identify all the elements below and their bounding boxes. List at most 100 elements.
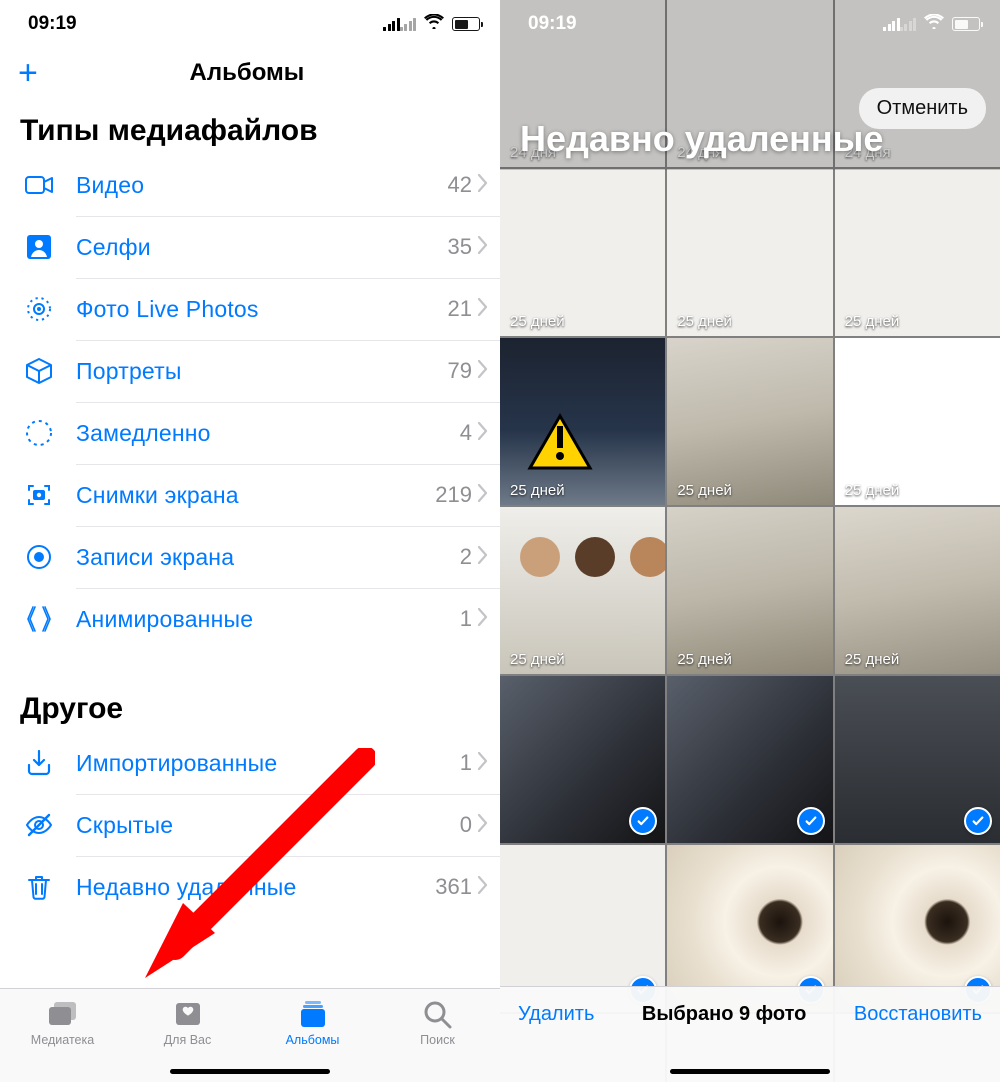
list-row[interactable]: Видео42 — [0, 154, 500, 216]
recover-button[interactable]: Восстановить — [854, 1003, 982, 1026]
days-remaining-label: 25 дней — [677, 651, 732, 668]
row-count: 79 — [448, 358, 472, 384]
list-row[interactable]: Скрытые0 — [0, 794, 500, 856]
days-remaining-label: 25 дней — [510, 482, 565, 499]
days-remaining-label: 25 дней — [845, 482, 900, 499]
days-remaining-label: 25 дней — [510, 651, 565, 668]
page-title: Альбомы — [190, 59, 305, 87]
photo-tile[interactable]: 25 дней — [667, 507, 832, 674]
status-bar: 09:19 — [500, 0, 1000, 48]
list-row[interactable]: Снимки экрана219 — [0, 464, 500, 526]
photo-tile[interactable]: 25 дней — [667, 338, 832, 505]
photo-tile[interactable]: 25 дней — [835, 507, 1000, 674]
row-label: Фото Live Photos — [76, 296, 448, 323]
days-remaining-label: 25 дней — [845, 651, 900, 668]
photo-tile[interactable] — [667, 676, 832, 843]
list-row[interactable]: Селфи35 — [0, 216, 500, 278]
row-count: 1 — [460, 606, 472, 632]
tab-label: Для Вас — [164, 1033, 212, 1047]
status-bar: 09:19 — [0, 0, 500, 48]
row-label: Портреты — [76, 358, 448, 385]
photo-tile[interactable]: 25 дней — [500, 507, 665, 674]
foryou-icon — [171, 999, 205, 1029]
photo-tile[interactable]: 25 дней — [500, 169, 665, 336]
photo-tile[interactable]: 25 дней — [835, 338, 1000, 505]
wifi-icon — [924, 13, 944, 35]
photo-thumbnail — [835, 169, 1000, 336]
albums-icon — [296, 999, 330, 1029]
row-count: 361 — [435, 874, 472, 900]
list-row[interactable]: Замедленно4 — [0, 402, 500, 464]
days-remaining-label: 25 дней — [510, 313, 565, 330]
chevron-right-icon — [478, 360, 488, 383]
row-label: Замедленно — [76, 420, 460, 447]
wifi-icon — [424, 13, 444, 35]
tab-label: Альбомы — [286, 1033, 340, 1047]
row-label: Недавно удаленные — [76, 874, 435, 901]
row-count: 42 — [448, 172, 472, 198]
screenrec-icon — [20, 538, 58, 576]
photo-tile[interactable] — [835, 676, 1000, 843]
row-label: Селфи — [76, 234, 448, 261]
row-label: Записи экрана — [76, 544, 460, 571]
page-title: Недавно удаленные — [520, 118, 883, 160]
screenshot-icon — [20, 476, 58, 514]
chevron-right-icon — [478, 752, 488, 775]
photo-thumbnail — [667, 169, 832, 336]
animated-icon — [20, 600, 58, 638]
import-icon — [20, 744, 58, 782]
photo-thumbnail — [500, 507, 665, 674]
row-count: 2 — [460, 544, 472, 570]
photo-thumbnail — [667, 338, 832, 505]
list-row[interactable]: Анимированные1 — [0, 588, 500, 650]
days-remaining-label: 25 дней — [677, 482, 732, 499]
list-row[interactable]: Импортированные1 — [0, 732, 500, 794]
list-row[interactable]: Недавно удаленные361 — [0, 856, 500, 918]
row-count: 1 — [460, 750, 472, 776]
tab-label: Медиатека — [31, 1033, 94, 1047]
chevron-right-icon — [478, 608, 488, 631]
list-media-types: Видео42Селфи35Фото Live Photos21Портреты… — [0, 154, 500, 650]
livephoto-icon — [20, 290, 58, 328]
delete-button[interactable]: Удалить — [518, 1003, 594, 1026]
status-time: 09:19 — [28, 13, 77, 35]
tab-search[interactable]: Поиск — [375, 989, 500, 1082]
section-header-media-types: Типы медиафайлов — [0, 102, 500, 154]
row-label: Импортированные — [76, 750, 460, 777]
battery-icon — [952, 17, 980, 31]
list-row[interactable]: Фото Live Photos21 — [0, 278, 500, 340]
add-button[interactable]: + — [18, 56, 38, 90]
dual-sim-icon — [383, 18, 416, 31]
photo-tile[interactable]: 25 дней — [500, 338, 665, 505]
row-label: Видео — [76, 172, 448, 199]
chevron-right-icon — [478, 298, 488, 321]
row-label: Снимки экрана — [76, 482, 435, 509]
home-indicator[interactable] — [670, 1069, 830, 1075]
selection-status: Выбрано 9 фото — [642, 1003, 806, 1026]
recently-deleted-screen: 24 дня24 дня24 дня25 дней25 дней25 дней2… — [500, 0, 1000, 1082]
hidden-icon — [20, 806, 58, 844]
tab-library[interactable]: Медиатека — [0, 989, 125, 1082]
photo-thumbnail — [500, 169, 665, 336]
battery-icon — [452, 17, 480, 31]
selected-check-icon — [964, 807, 992, 835]
chevron-right-icon — [478, 422, 488, 445]
library-icon — [46, 999, 80, 1029]
list-row[interactable]: Записи экрана2 — [0, 526, 500, 588]
chevron-right-icon — [478, 876, 488, 899]
photo-thumbnail — [835, 338, 1000, 505]
list-row[interactable]: Портреты79 — [0, 340, 500, 402]
row-count: 4 — [460, 420, 472, 446]
photo-grid: 24 дня24 дня24 дня25 дней25 дней25 дней2… — [500, 0, 1000, 1082]
row-count: 0 — [460, 812, 472, 838]
row-count: 21 — [448, 296, 472, 322]
row-count: 219 — [435, 482, 472, 508]
photo-tile[interactable]: 25 дней — [835, 169, 1000, 336]
photo-tile[interactable]: 25 дней — [667, 169, 832, 336]
home-indicator[interactable] — [170, 1069, 330, 1075]
chevron-right-icon — [478, 484, 488, 507]
status-time: 09:19 — [528, 13, 577, 35]
photo-tile[interactable] — [500, 676, 665, 843]
albums-screen: 09:19 + Альбомы Типы медиафайлов Видео42… — [0, 0, 500, 1082]
nav-header: + Альбомы — [0, 48, 500, 102]
